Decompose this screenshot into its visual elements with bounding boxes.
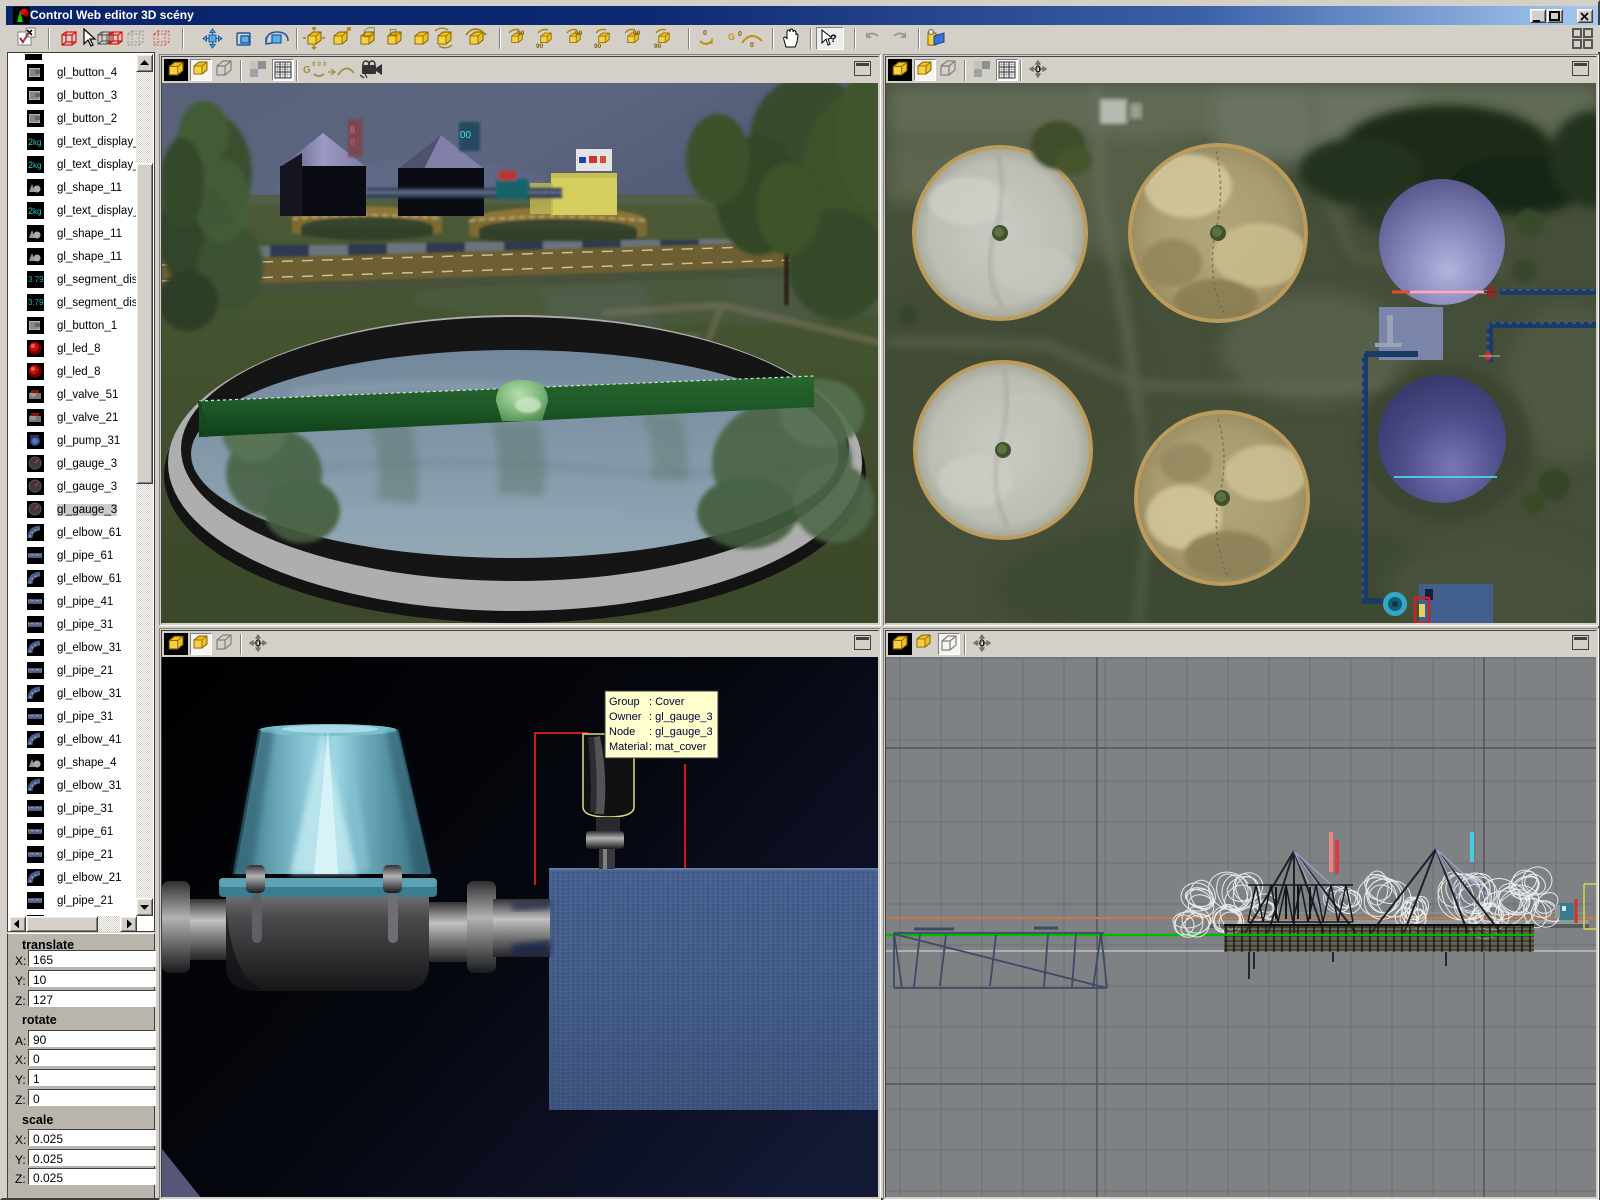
svg-text:G: G (303, 65, 311, 76)
svg-text:90: 90 (594, 43, 602, 50)
svg-text:: gl_gauge_3: : gl_gauge_3 (649, 726, 713, 738)
svg-text:3.79: 3.79 (28, 298, 44, 307)
svg-text:Material: Material (609, 741, 648, 753)
svg-text:00: 00 (460, 130, 472, 141)
svg-text:kg: kg (33, 161, 41, 170)
svg-text:Owner: Owner (609, 711, 642, 723)
svg-text:8: 8 (350, 125, 355, 135)
svg-text:90: 90 (575, 30, 583, 37)
svg-text:90: 90 (536, 43, 544, 50)
svg-text:90: 90 (517, 30, 525, 37)
svg-text:: Cover: : Cover (649, 696, 685, 708)
svg-text:G: G (728, 32, 735, 42)
svg-text:kg: kg (33, 207, 41, 216)
svg-text:90: 90 (633, 30, 641, 37)
svg-text:: gl_gauge_3: : gl_gauge_3 (649, 711, 713, 723)
svg-text:kg: kg (33, 138, 41, 147)
svg-text:Node: Node (609, 726, 635, 738)
svg-text:8: 8 (350, 137, 355, 147)
svg-text:?: ? (830, 33, 837, 45)
svg-text:0: 0 (750, 42, 754, 49)
svg-text:0: 0 (738, 31, 742, 38)
svg-text:0 0 0: 0 0 0 (312, 61, 327, 68)
svg-text:90: 90 (654, 43, 662, 50)
svg-text:3.79: 3.79 (28, 275, 44, 284)
svg-text:0: 0 (703, 30, 707, 37)
svg-text:Group: Group (609, 696, 640, 708)
svg-text:: mat_cover: : mat_cover (649, 741, 707, 753)
